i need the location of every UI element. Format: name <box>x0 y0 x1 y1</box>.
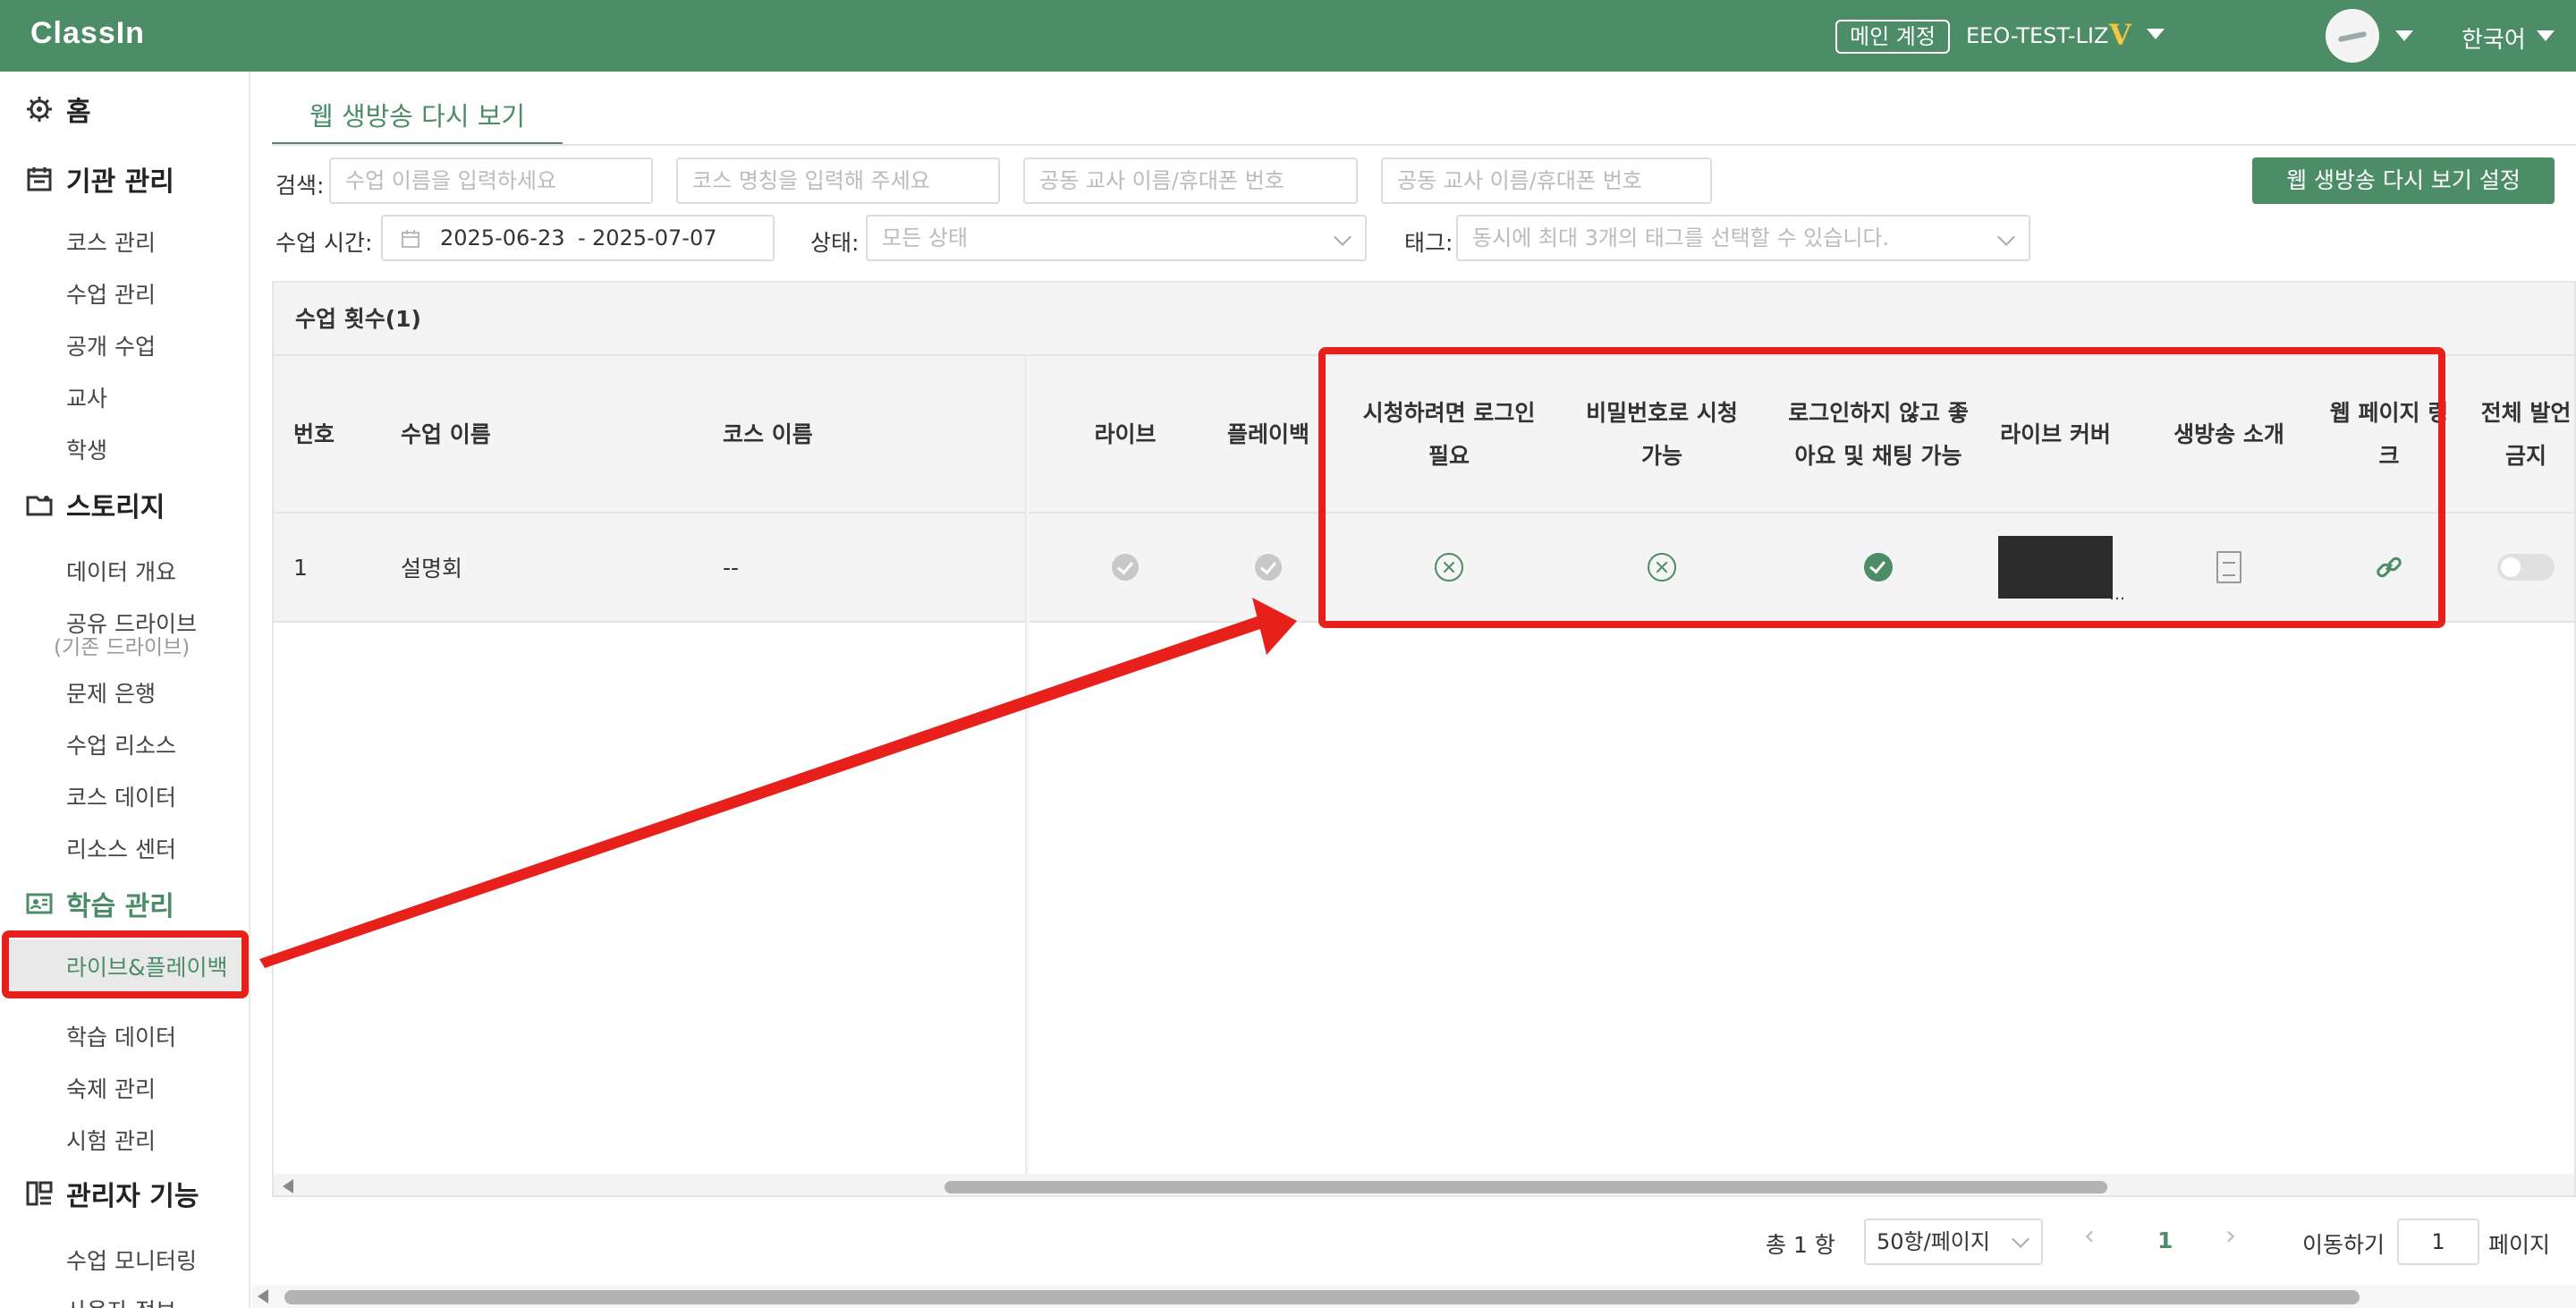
date-separator: - <box>578 225 586 251</box>
vip-icon: V <box>2109 18 2131 52</box>
web-live-replay-settings-button[interactable]: 웹 생방송 다시 보기 설정 <box>2252 157 2555 204</box>
col-header-mute-all: 전체 발언 금지 <box>2480 400 2572 469</box>
sidebar-item-user-info[interactable]: 사용자 정보 <box>66 1294 176 1308</box>
scroll-left-icon[interactable] <box>283 1179 293 1193</box>
col-header-lesson-name: 수업 이름 <box>401 421 491 447</box>
page-size-value: 50항/페이지 <box>1877 1229 1990 1254</box>
col-header-live: 라이브 <box>1094 421 1157 447</box>
sidebar-item-lesson-resources[interactable]: 수업 리소스 <box>66 728 176 760</box>
account-name[interactable]: EEO-TEST-LIZ <box>1966 23 2108 48</box>
lesson-time-label: 수업 시간: <box>275 230 373 256</box>
sidebar-item-public-lesson[interactable]: 공개 수업 <box>66 329 156 361</box>
co-teacher-search-input-2[interactable]: 공동 교사 이름/휴대폰 번호 <box>1381 157 1712 204</box>
co-teacher-search-input-1[interactable]: 공동 교사 이름/휴대폰 번호 <box>1023 157 1358 204</box>
date-end: 2025-07-07 <box>592 225 717 251</box>
cell-mute-all[interactable] <box>2472 514 2574 621</box>
cell-lesson-name[interactable]: 설명회 <box>401 514 462 621</box>
current-page[interactable]: 1 <box>2157 1227 2173 1253</box>
top-bar: ClassIn 메인 계정 EEO-TEST-LIZ V 한국어 <box>0 0 2576 72</box>
col-header-course-name: 코스 이름 <box>723 421 813 447</box>
tag-select[interactable]: 동시에 최대 3개의 태그를 선택할 수 있습니다. <box>1456 215 2030 261</box>
prev-page-icon[interactable]: ‹ <box>2084 1220 2095 1252</box>
check-grey-icon <box>1112 554 1139 581</box>
total-count: 총 1 항 <box>1766 1232 1835 1258</box>
status-select-value: 모든 상태 <box>882 225 968 251</box>
avatar-dropdown-icon[interactable] <box>2395 30 2413 41</box>
shared-drive-sub-note: (기존 드라이브) <box>54 636 191 659</box>
status-select[interactable]: 모든 상태 <box>866 215 1367 261</box>
avatar[interactable] <box>2326 9 2379 63</box>
sidebar-section-learning[interactable]: 학습 관리 <box>25 884 174 923</box>
sidebar-item-resource-center[interactable]: 리소스 센터 <box>66 832 176 864</box>
sidebar-item-teacher[interactable]: 교사 <box>66 381 107 413</box>
sidebar-section-home[interactable]: 홈 <box>25 89 91 129</box>
cell-course-name: -- <box>723 554 740 581</box>
page-size-select[interactable]: 50항/페이지 <box>1864 1219 2043 1265</box>
sidebar-item-homework[interactable]: 숙제 관리 <box>66 1072 156 1104</box>
sidebar: 홈 기관 관리 코스 관리 수업 관리 공개 수업 교사 학생 스토리지 데이터… <box>0 72 250 1308</box>
lesson-count: 수업 횟수(1) <box>274 283 2574 356</box>
goto-page-input[interactable]: 1 <box>2397 1219 2479 1265</box>
classin-logo[interactable]: ClassIn <box>30 16 145 51</box>
sidebar-section-label: 기관 관리 <box>66 166 174 198</box>
tab-web-live-replay[interactable]: 웹 생방송 다시 보기 <box>272 91 564 145</box>
page-suffix: 페이지 <box>2488 1232 2551 1258</box>
sidebar-section-label: 관리자 기능 <box>66 1181 199 1212</box>
page-scrollbar-thumb[interactable] <box>284 1290 2360 1304</box>
folder-icon <box>26 496 53 516</box>
sidebar-item-student[interactable]: 학생 <box>66 433 107 465</box>
calendar-icon <box>27 167 52 191</box>
sidebar-section-storage[interactable]: 스토리지 <box>25 485 165 524</box>
table-scrollbar-thumb[interactable] <box>945 1181 2107 1193</box>
chevron-down-icon <box>1334 228 1352 246</box>
main-account-badge[interactable]: 메인 계정 <box>1835 20 1950 54</box>
language-selector[interactable]: 한국어 <box>2462 21 2526 55</box>
goto-label: 이동하기 <box>2302 1232 2385 1258</box>
tag-select-placeholder: 동시에 최대 3개의 태그를 선택할 수 있습니다. <box>1472 225 1890 251</box>
main-content: 웹 생방송 다시 보기 검색: 수업 이름을 입력하세요 코스 명칭을 입력해 … <box>252 72 2576 1308</box>
sidebar-section-admin[interactable]: 관리자 기능 <box>25 1174 199 1213</box>
sidebar-item-course-data[interactable]: 코스 데이터 <box>66 780 176 812</box>
sidebar-item-exam[interactable]: 시험 관리 <box>66 1124 156 1156</box>
course-name-search-input[interactable]: 코스 명칭을 입력해 주세요 <box>676 157 1000 204</box>
search-label: 검색: <box>275 173 325 199</box>
check-grey-icon <box>1255 554 1282 581</box>
table-horizontal-scrollbar[interactable] <box>274 1174 2574 1195</box>
tab-divider <box>272 144 2576 146</box>
admin-icon <box>26 1181 53 1206</box>
language-dropdown-icon[interactable] <box>2537 30 2555 41</box>
col-header-no: 번호 <box>293 421 335 447</box>
sidebar-item-question-bank[interactable]: 문제 은행 <box>66 676 156 709</box>
sidebar-item-data-overview[interactable]: 데이터 개요 <box>66 555 176 587</box>
sidebar-item-lesson-management[interactable]: 수업 관리 <box>66 277 156 310</box>
annotation-highlight-sidebar <box>2 930 249 998</box>
cell-no: 1 <box>293 554 308 581</box>
sidebar-section-label: 홈 <box>66 97 91 128</box>
sidebar-section-label: 학습 관리 <box>66 891 174 922</box>
mute-all-toggle[interactable] <box>2497 554 2555 581</box>
gear-icon <box>27 97 52 122</box>
lesson-name-search-input[interactable]: 수업 이름을 입력하세요 <box>329 157 653 204</box>
date-range-picker[interactable]: 2025-06-23 - 2025-07-07 <box>381 215 775 261</box>
sidebar-item-course-management[interactable]: 코스 관리 <box>66 225 156 258</box>
status-label: 상태: <box>810 230 860 256</box>
sidebar-item-learning-data[interactable]: 학습 데이터 <box>66 1020 176 1052</box>
page-horizontal-scrollbar[interactable] <box>252 1285 2576 1308</box>
sidebar-item-lesson-monitoring[interactable]: 수업 모니터링 <box>66 1244 197 1276</box>
date-start: 2025-06-23 <box>440 225 565 251</box>
id-card-icon <box>26 893 53 914</box>
tag-label: 태그: <box>1404 230 1453 256</box>
annotation-highlight-columns <box>1318 347 2445 628</box>
scroll-left-icon[interactable] <box>258 1289 268 1304</box>
account-dropdown-icon[interactable] <box>2147 29 2165 39</box>
chevron-down-icon <box>1997 228 2015 246</box>
cell-live <box>1054 514 1197 621</box>
fixed-column-divider <box>1025 356 1029 1179</box>
sidebar-section-institution[interactable]: 기관 관리 <box>25 159 174 199</box>
chevron-down-icon <box>2012 1230 2029 1248</box>
next-page-icon[interactable]: › <box>2225 1220 2236 1252</box>
calendar-icon <box>402 230 419 248</box>
sidebar-section-label: 스토리지 <box>66 492 165 523</box>
